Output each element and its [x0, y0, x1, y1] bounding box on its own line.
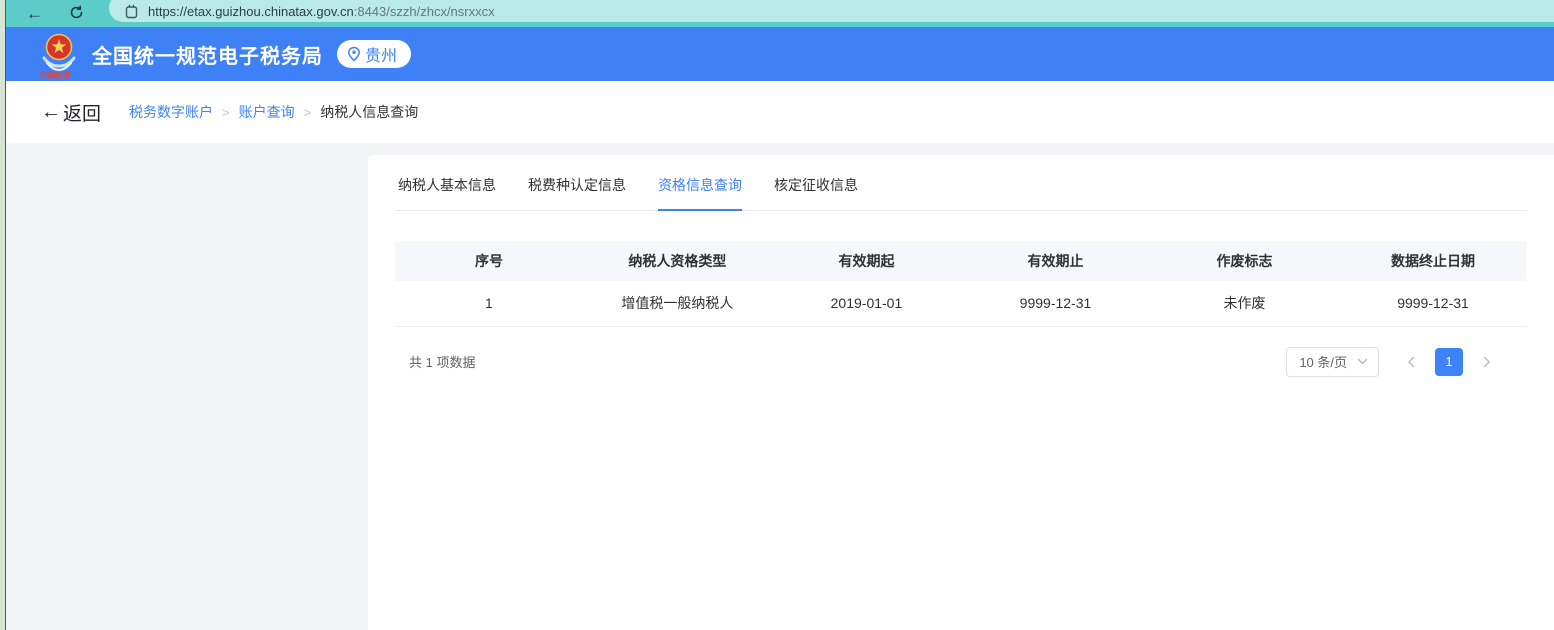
chevron-down-icon [1357, 358, 1368, 365]
tab-bar: 纳税人基本信息 税费种认定信息 资格信息查询 核定征收信息 [395, 155, 1527, 211]
back-button[interactable]: ← 返回 [41, 99, 101, 126]
browser-back-icon[interactable]: ← [26, 5, 43, 22]
browser-toolbar: ← https://etax.guizhou.chinatax.gov.cn:8… [6, 0, 1554, 27]
column-header-data-end-date: 数据终止日期 [1339, 241, 1527, 281]
page-size-select[interactable]: 10 条/页 [1286, 347, 1379, 377]
main-area: 纳税人基本信息 税费种认定信息 资格信息查询 核定征收信息 序号 纳税人资格类型… [6, 143, 1554, 630]
breadcrumb: 税务数字账户 > 账户查询 > 纳税人信息查询 [129, 102, 418, 122]
tab-qualification-info[interactable]: 资格信息查询 [658, 175, 742, 211]
column-header-void-flag: 作废标志 [1150, 241, 1339, 281]
qualification-table: 序号 纳税人资格类型 有效期起 有效期止 作废标志 数据终止日期 1 增值税一般… [395, 241, 1527, 327]
column-header-index: 序号 [395, 241, 583, 281]
next-page-icon[interactable] [1475, 348, 1499, 376]
table-footer: 共 1 项数据 10 条/页 [395, 347, 1527, 377]
location-pin-icon [347, 46, 361, 62]
breadcrumb-item-account-query[interactable]: 账户查询 [239, 102, 295, 122]
page-info-icon[interactable] [125, 4, 138, 19]
table-row: 1 增值税一般纳税人 2019-01-01 9999-12-31 未作废 999… [395, 281, 1527, 326]
tab-taxpayer-basic-info[interactable]: 纳税人基本信息 [398, 175, 496, 211]
back-arrow-icon: ← [41, 101, 61, 124]
tab-assessed-collection[interactable]: 核定征收信息 [774, 175, 858, 211]
region-badge[interactable]: 贵州 [337, 40, 411, 68]
url-path: :8443/szzh/zhcx/nsrxxcx [354, 4, 495, 19]
breadcrumb-item-current: 纳税人信息查询 [320, 102, 418, 122]
total-count-label: 共 1 项数据 [395, 352, 475, 371]
prev-page-icon[interactable] [1399, 348, 1423, 376]
chevron-right-icon: > [222, 105, 230, 120]
column-header-valid-from: 有效期起 [772, 241, 961, 281]
tax-bureau-logo[interactable]: 中国税务 [36, 32, 82, 80]
pagination: 10 条/页 1 [1286, 347, 1527, 377]
cell-index: 1 [395, 281, 583, 326]
table-header-row: 序号 纳税人资格类型 有效期起 有效期止 作废标志 数据终止日期 [395, 241, 1527, 281]
tab-tax-type-confirmation[interactable]: 税费种认定信息 [528, 175, 626, 211]
breadcrumb-bar: ← 返回 税务数字账户 > 账户查询 > 纳税人信息查询 [6, 81, 1554, 143]
window-edge-strip [0, 0, 6, 630]
address-bar[interactable]: https://etax.guizhou.chinatax.gov.cn:844… [109, 0, 1554, 22]
browser-refresh-icon[interactable] [69, 5, 84, 23]
logo-text: 中国税务 [38, 71, 71, 80]
cell-valid-from: 2019-01-01 [772, 281, 961, 326]
region-label: 贵州 [365, 42, 397, 66]
page-number-button[interactable]: 1 [1435, 348, 1463, 376]
cell-data-end-date: 9999-12-31 [1339, 281, 1527, 326]
chevron-right-icon: > [304, 105, 312, 120]
screen: ← https://etax.guizhou.chinatax.gov.cn:8… [0, 0, 1554, 630]
app-title: 全国统一规范电子税务局 [92, 40, 323, 69]
back-label: 返回 [63, 99, 101, 126]
cell-qualification-type: 增值税一般纳税人 [583, 281, 772, 326]
app-header: 中国税务 全国统一规范电子税务局 贵州 [6, 27, 1554, 81]
refresh-icon [69, 5, 84, 20]
cell-valid-to: 9999-12-31 [961, 281, 1150, 326]
page-size-value: 10 条/页 [1299, 352, 1347, 371]
browser-nav-icons: ← [26, 0, 84, 27]
column-header-qualification-type: 纳税人资格类型 [583, 241, 772, 281]
url-host: https://etax.guizhou.chinatax.gov.cn [148, 4, 354, 19]
cell-void-flag: 未作废 [1150, 281, 1339, 326]
content-card: 纳税人基本信息 税费种认定信息 资格信息查询 核定征收信息 序号 纳税人资格类型… [368, 155, 1554, 630]
breadcrumb-item-digital-account[interactable]: 税务数字账户 [129, 102, 213, 122]
browser-window: ← https://etax.guizhou.chinatax.gov.cn:8… [6, 0, 1554, 630]
url-text: https://etax.guizhou.chinatax.gov.cn:844… [148, 4, 495, 19]
column-header-valid-to: 有效期止 [961, 241, 1150, 281]
